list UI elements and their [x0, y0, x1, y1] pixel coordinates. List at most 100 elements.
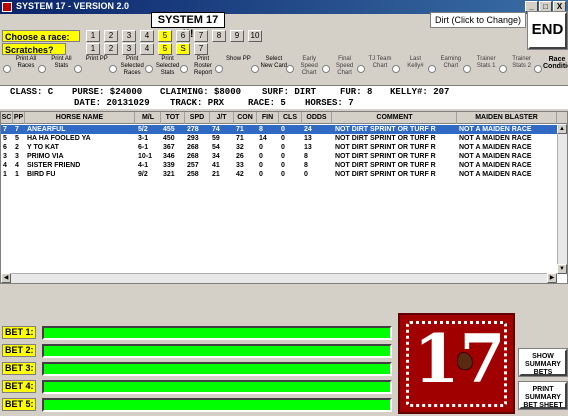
scratch-button-3[interactable]: 3: [122, 43, 136, 55]
column-header[interactable]: CON: [234, 112, 257, 124]
show-summary-bets-button[interactable]: SHOW SUMMARY BETS: [518, 348, 568, 377]
date-info: DATE: 20131029: [74, 98, 150, 108]
race-button-4[interactable]: 4: [140, 30, 154, 42]
option-radio-icon[interactable]: [427, 65, 436, 73]
scroll-right-icon[interactable]: ▶: [547, 273, 557, 283]
column-header[interactable]: MAIDEN BLASTER: [457, 112, 557, 124]
table-row[interactable]: 5 5 HA HA FOOLED YA 3-1 450 293 59 71 14 0 13 NOT D…: [1, 134, 557, 143]
vertical-scrollbar[interactable]: ▲ ▼: [557, 124, 567, 274]
option-11[interactable]: Last Kelly#: [391, 56, 426, 83]
race-button-3[interactable]: 3: [122, 30, 136, 42]
table-row[interactable]: 1 1 BIRD FU 9/2 321 258 21 42 0 0 0 NOT DIRT SPRINT…: [1, 170, 557, 179]
table-cell: 5: [15, 135, 19, 142]
option-radio-icon[interactable]: [463, 65, 472, 73]
race-button-2[interactable]: 2: [104, 30, 118, 42]
scratch-button-5[interactable]: 5: [158, 43, 172, 55]
option-14[interactable]: Trainer Stats 2: [498, 56, 533, 83]
table-cell: 367: [163, 144, 175, 151]
option-radio-icon[interactable]: [286, 65, 295, 73]
option-radio-icon[interactable]: [144, 65, 153, 73]
table-row[interactable]: 6 2 Y TO KAT 6-1 367 268 54 32 0 0 13 NOT DIRT SPRI…: [1, 143, 557, 152]
bet-label-5: BET 5:: [2, 398, 36, 411]
option-9[interactable]: Final Speed Chart: [321, 56, 356, 83]
column-header[interactable]: FIN: [257, 112, 279, 124]
race-button-8[interactable]: 8: [212, 30, 226, 42]
option-label: Early Speed Chart: [300, 56, 318, 76]
surface-toggle-button[interactable]: Dirt (Click to Change): [430, 12, 526, 28]
option-radio-icon[interactable]: [180, 65, 188, 73]
table-row[interactable]: 7 7 ANEARFUL 5/2 455 278 74 71 8 0 24 NOT DIRT SPRI…: [1, 125, 557, 134]
option-1[interactable]: Print All Stats: [37, 56, 72, 83]
table-cell: 450: [163, 135, 175, 142]
option-0[interactable]: Print All Races: [2, 56, 37, 83]
table-cell: 5: [3, 135, 7, 142]
option-2[interactable]: Print PP: [73, 56, 108, 83]
scratch-button-7[interactable]: 7: [194, 43, 208, 55]
bet-field-5[interactable]: [42, 398, 392, 412]
table-row[interactable]: 4 4 SISTER FRIEND 4-1 339 257 41 33 0 0 8 NOT DIRT …: [1, 161, 557, 170]
option-radio-icon[interactable]: [392, 65, 401, 73]
close-button[interactable]: X: [553, 1, 566, 12]
scratch-button-S[interactable]: S: [176, 43, 190, 55]
column-header[interactable]: HORSE NAME: [25, 112, 135, 124]
column-header[interactable]: TOT: [161, 112, 185, 124]
scroll-up-icon[interactable]: ▲: [557, 124, 567, 134]
option-10[interactable]: TJ Team Chart: [356, 56, 391, 83]
bet-field-4[interactable]: [42, 380, 392, 394]
option-radio-icon[interactable]: [321, 65, 330, 73]
option-8[interactable]: Early Speed Chart: [285, 56, 320, 83]
column-header[interactable]: SC: [1, 112, 13, 124]
race-button-7[interactable]: 7: [194, 30, 208, 42]
table-cell: 26: [236, 153, 244, 160]
option-radio-icon[interactable]: [3, 65, 11, 73]
column-header[interactable]: PP: [13, 112, 25, 124]
column-header[interactable]: COMMENT: [333, 112, 457, 124]
scroll-down-icon[interactable]: ▼: [557, 264, 567, 274]
race-button-1[interactable]: 1: [86, 30, 100, 42]
bet-field-2[interactable]: [42, 344, 392, 358]
option-label: Print All Stats: [51, 56, 72, 69]
option-label: Print Selected Stats: [155, 56, 180, 76]
option-radio-icon[interactable]: [534, 65, 542, 73]
option-4[interactable]: Print Selected Stats: [144, 56, 179, 83]
column-header[interactable]: J/T: [210, 112, 234, 124]
column-header[interactable]: SPD: [185, 112, 210, 124]
bet-field-3[interactable]: [42, 362, 392, 376]
option-radio-icon[interactable]: [109, 65, 118, 73]
option-3[interactable]: Print Selected Races: [108, 56, 144, 83]
option-15[interactable]: Race Conditions: [533, 56, 568, 83]
column-header[interactable]: CLS: [279, 112, 302, 124]
option-radio-icon[interactable]: [498, 65, 507, 73]
print-summary-bet-sheet-button[interactable]: PRINT SUMMARY BET SHEET: [518, 381, 568, 410]
end-button[interactable]: END: [527, 11, 568, 50]
column-header[interactable]: M/L: [136, 112, 161, 124]
scratch-button-4[interactable]: 4: [140, 43, 154, 55]
race-button-6[interactable]: 6: [176, 30, 190, 42]
table-row[interactable]: 3 3 PRIMO VIA 10-1 346 268 34 26 0 0 8 NOT DIRT SPR…: [1, 152, 557, 161]
horizontal-scrollbar[interactable]: ◀ ▶: [1, 273, 557, 283]
race-button-5[interactable]: 5: [158, 30, 172, 42]
option-radio-icon[interactable]: [73, 65, 82, 73]
maximize-button[interactable]: □: [539, 1, 552, 12]
system-17-logo: 17: [398, 313, 515, 414]
table-cell: 0: [281, 144, 285, 151]
option-13[interactable]: Trainer Stats 1: [462, 56, 497, 83]
option-6[interactable]: Show PP: [214, 56, 251, 83]
table-cell: NOT A MAIDEN RACE: [459, 135, 532, 142]
option-radio-icon[interactable]: [250, 65, 259, 73]
race-button-10[interactable]: 10: [248, 30, 262, 42]
race-button-9[interactable]: 9: [230, 30, 244, 42]
option-7[interactable]: Select New Card: [250, 56, 287, 83]
option-radio-icon[interactable]: [215, 65, 224, 73]
scratch-button-2[interactable]: 2: [104, 43, 118, 55]
bet-field-1[interactable]: [42, 326, 392, 340]
option-radio-icon[interactable]: [357, 65, 365, 73]
option-5[interactable]: Print Roster Report: [179, 56, 214, 83]
option-radio-icon[interactable]: [38, 65, 47, 73]
scroll-left-icon[interactable]: ◀: [1, 273, 11, 283]
minimize-button[interactable]: _: [525, 1, 538, 12]
option-12[interactable]: Earning Chart: [427, 56, 462, 83]
column-header[interactable]: ODDS: [302, 112, 332, 124]
table-cell: 3: [3, 153, 7, 160]
scratch-button-1[interactable]: 1: [86, 43, 100, 55]
